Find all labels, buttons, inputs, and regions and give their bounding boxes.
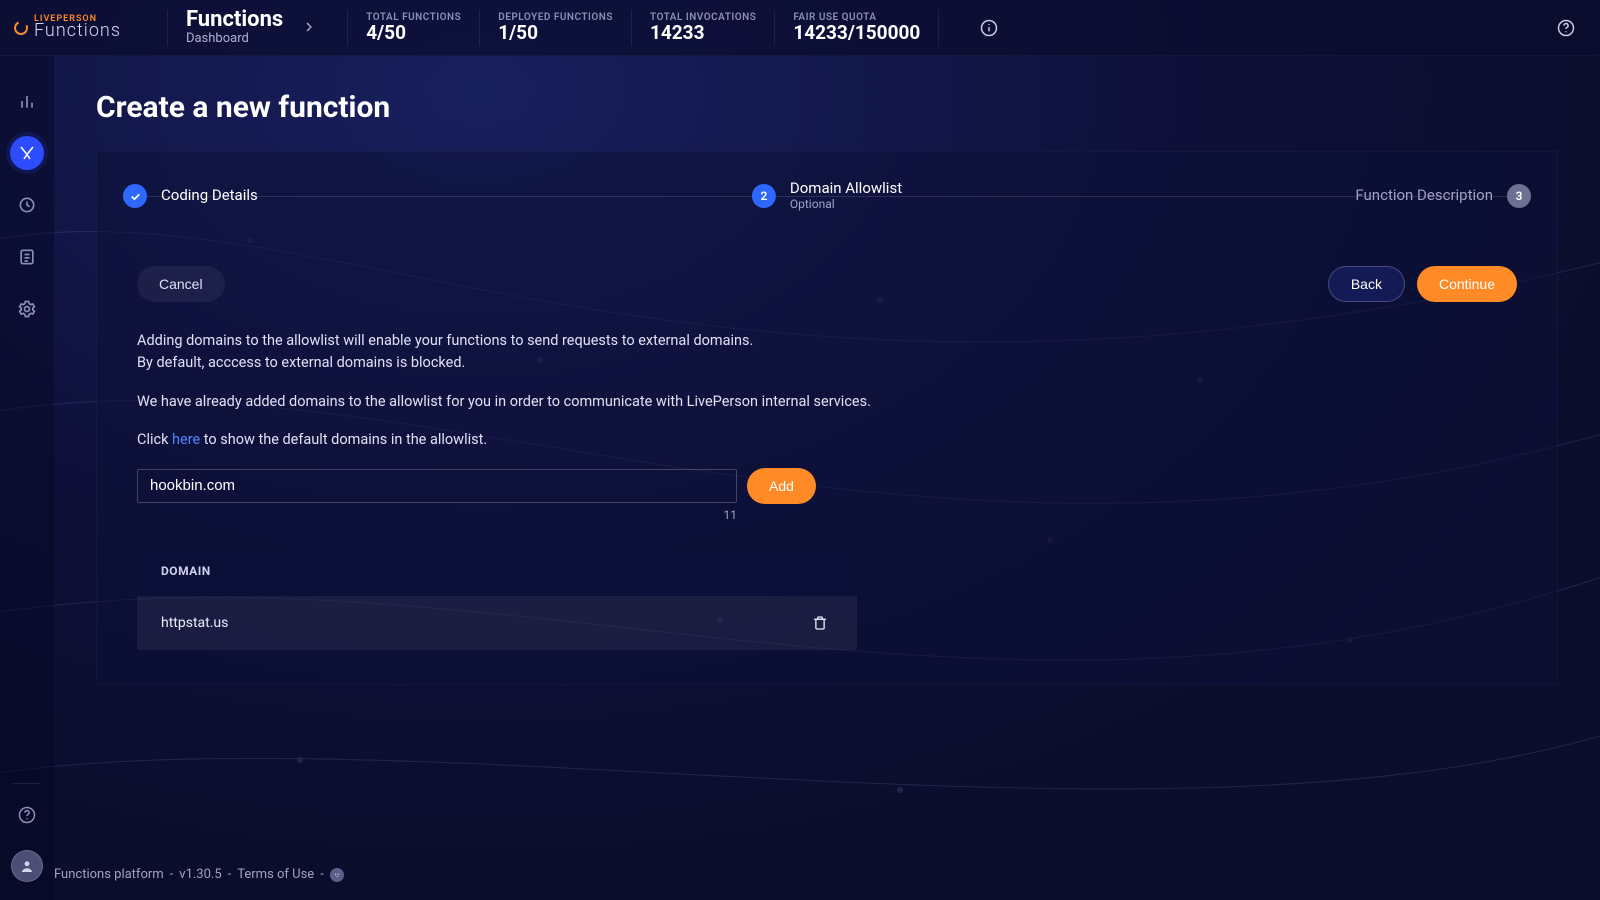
domain-table: DOMAIN httpstat.us <box>137 546 857 650</box>
delete-domain-button[interactable] <box>807 610 833 636</box>
step-function-description[interactable]: 3 Function Description <box>1355 184 1531 208</box>
step-coding-details[interactable]: Coding Details <box>123 184 258 208</box>
main: Create a new function Coding Details 2 D… <box>54 56 1600 900</box>
domain-input[interactable] <box>137 469 737 503</box>
divider <box>479 10 480 46</box>
help-line-1: Adding domains to the allowlist will ena… <box>137 332 753 349</box>
stat-total-invocations: TOTAL INVOCATIONS 14233 <box>650 12 756 44</box>
stat-value: 4/50 <box>366 23 461 44</box>
wizard-card: Coding Details 2 Domain Allowlist Option… <box>96 151 1558 685</box>
step-domain-allowlist[interactable]: 2 Domain Allowlist Optional <box>752 180 902 211</box>
stepper: Coding Details 2 Domain Allowlist Option… <box>97 152 1557 240</box>
card-body: Cancel Back Continue Adding domains to t… <box>97 240 1557 684</box>
help-line-4a: Click <box>137 431 172 448</box>
left-rail <box>0 56 54 900</box>
rail-item-scheduled[interactable] <box>10 188 44 222</box>
domain-row: httpstat.us <box>137 596 857 650</box>
domain-input-row: Add <box>137 468 1517 504</box>
info-icon[interactable] <box>975 14 1003 42</box>
user-avatar[interactable] <box>11 850 43 882</box>
cancel-button[interactable]: Cancel <box>137 266 225 302</box>
add-button[interactable]: Add <box>747 468 816 504</box>
step-number-icon: 3 <box>1507 184 1531 208</box>
domain-cell: httpstat.us <box>161 615 228 631</box>
help-line-3: We have already added domains to the all… <box>137 391 1057 413</box>
chevron-right-icon <box>301 19 317 35</box>
stat-value: 1/50 <box>498 23 613 44</box>
divider <box>167 10 168 46</box>
footer: Functions platform - v1.30.5 - Terms of … <box>54 853 1600 900</box>
rail-item-help[interactable] <box>10 798 44 832</box>
rail-item-analytics[interactable] <box>10 84 44 118</box>
stat-deployed-functions: DEPLOYED FUNCTIONS 1/50 <box>498 12 613 44</box>
divider <box>774 10 775 46</box>
help-line-4b: to show the default domains in the allow… <box>200 431 487 448</box>
brand-bottom: Functions <box>34 22 121 40</box>
footer-sep: - <box>320 867 324 882</box>
divider <box>938 10 939 46</box>
breadcrumb-title: Functions <box>186 8 283 32</box>
brand-logo[interactable]: LIVEPERSON Functions <box>14 15 121 40</box>
step-title: Coding Details <box>161 187 258 204</box>
footer-sep: - <box>170 867 174 882</box>
rail-item-settings[interactable] <box>10 292 44 326</box>
stat-fair-use-quota: FAIR USE QUOTA 14233/150000 <box>793 12 920 44</box>
step-subtitle: Optional <box>790 198 902 212</box>
rail-item-functions[interactable] <box>10 136 44 170</box>
back-button[interactable]: Back <box>1328 266 1405 302</box>
divider <box>631 10 632 46</box>
trash-icon <box>811 614 829 632</box>
help-icon[interactable] <box>1552 14 1580 42</box>
stat-value: 14233/150000 <box>793 23 920 44</box>
divider <box>347 10 348 46</box>
stat-total-functions: TOTAL FUNCTIONS 4/50 <box>366 12 461 44</box>
domain-table-header: DOMAIN <box>137 546 857 596</box>
continue-button[interactable]: Continue <box>1417 266 1517 302</box>
topbar: LIVEPERSON Functions Functions Dashboard… <box>0 0 1600 56</box>
page-title: Create a new function <box>96 90 1558 125</box>
step-number-icon: 2 <box>752 184 776 208</box>
step-title: Domain Allowlist <box>790 180 902 197</box>
footer-version: v1.30.5 <box>179 867 221 882</box>
brand-ring-icon <box>12 19 30 37</box>
check-icon <box>123 184 147 208</box>
step-title: Function Description <box>1355 187 1493 204</box>
breadcrumb-subtitle: Dashboard <box>186 32 283 46</box>
rail-item-logs[interactable] <box>10 240 44 274</box>
stat-value: 14233 <box>650 23 756 44</box>
help-line-2: By default, acccess to external domains … <box>137 354 465 371</box>
rail-divider <box>13 783 41 784</box>
help-text: Adding domains to the allowlist will ena… <box>137 330 1057 452</box>
show-defaults-link[interactable]: here <box>172 431 200 448</box>
char-count: 11 <box>137 508 737 522</box>
footer-platform: Functions platform <box>54 867 164 882</box>
footer-status-dot-icon <box>330 868 344 882</box>
footer-sep: - <box>228 867 232 882</box>
footer-terms-link[interactable]: Terms of Use <box>237 867 314 882</box>
breadcrumb[interactable]: Functions Dashboard <box>186 8 329 46</box>
actions-row: Cancel Back Continue <box>137 266 1517 302</box>
